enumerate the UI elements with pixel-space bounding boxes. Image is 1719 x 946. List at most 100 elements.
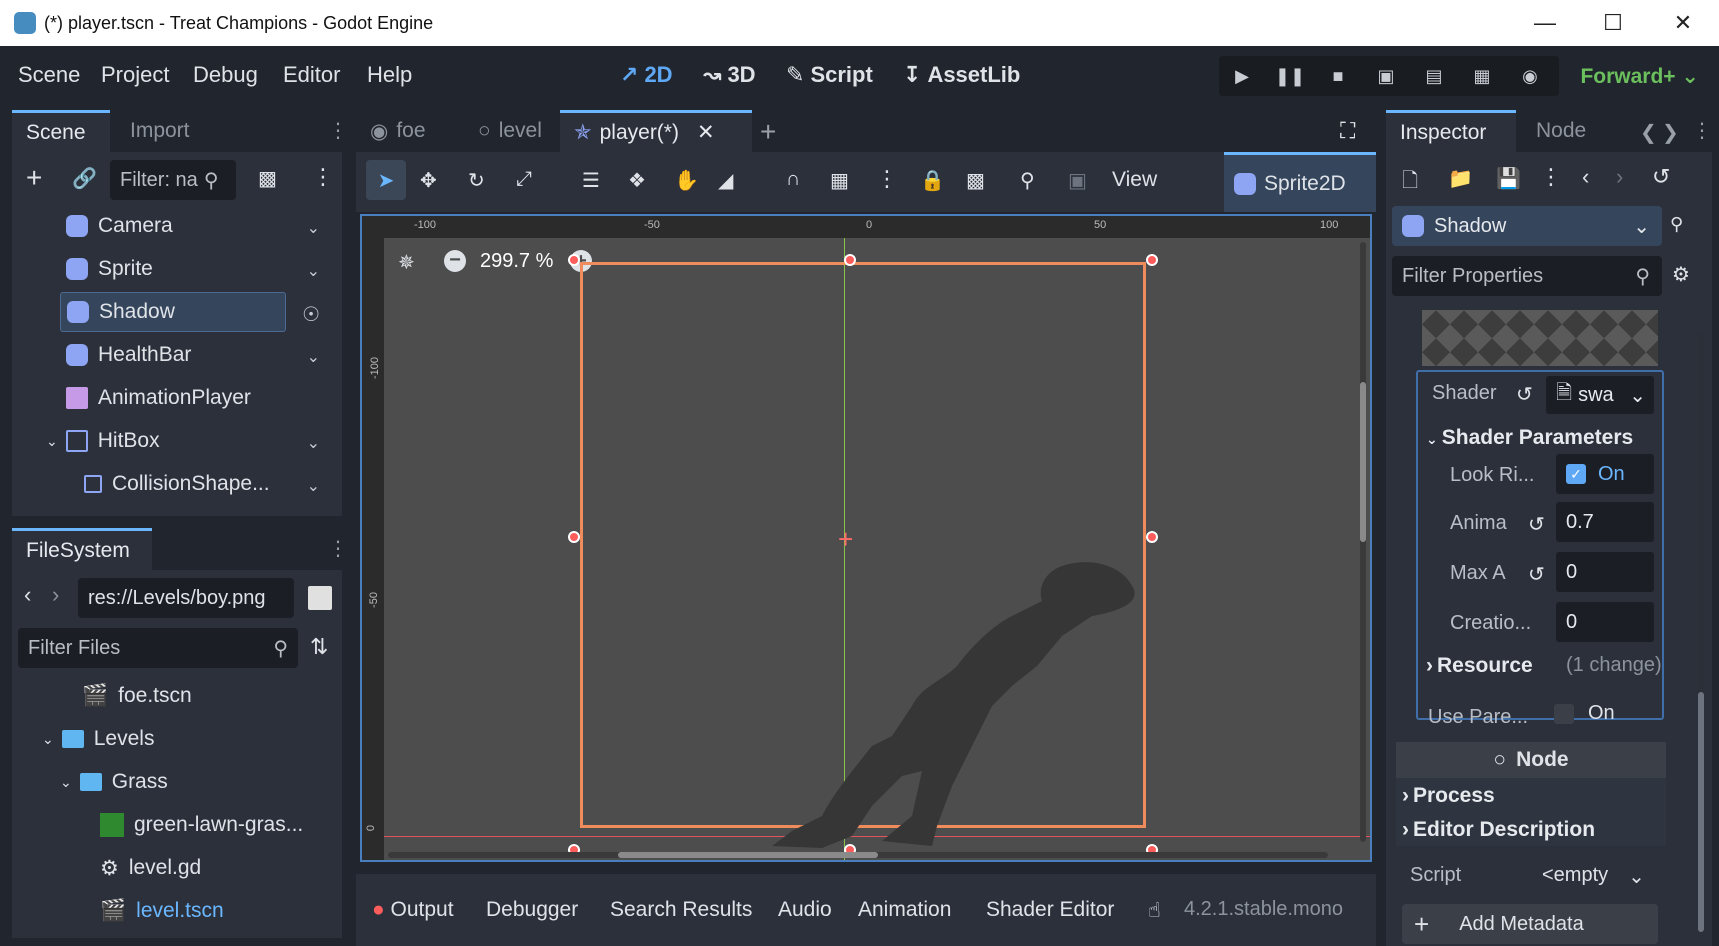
instance-scene-icon[interactable]: ▩ xyxy=(258,166,277,191)
tab-shader-editor[interactable]: Shader Editor xyxy=(986,898,1114,922)
resize-handle-right[interactable] xyxy=(1146,531,1158,543)
forward-icon[interactable]: › xyxy=(52,582,59,608)
folder-grass[interactable]: ⌄ Grass xyxy=(60,762,168,802)
inspector-scrollbar[interactable] xyxy=(1698,332,1704,932)
history-icon[interactable]: ↺ xyxy=(1652,164,1670,190)
tab-import[interactable]: Import xyxy=(116,110,204,152)
link-icon[interactable]: 🔗 xyxy=(72,166,97,191)
horizontal-scrollbar[interactable] xyxy=(388,852,1328,858)
select-mode-icon[interactable]: ➤ xyxy=(366,160,406,200)
history-back-icon[interactable]: ‹ xyxy=(1582,164,1589,190)
revert-icon[interactable]: ↺ xyxy=(1528,512,1545,537)
script-picker[interactable]: <empty ⌄ xyxy=(1542,864,1645,889)
add-node-icon[interactable]: + xyxy=(26,162,42,194)
close-window-button[interactable]: ✕ xyxy=(1648,0,1718,46)
back-icon[interactable]: ‹ xyxy=(24,582,31,608)
visibility-icon[interactable]: ⌄ xyxy=(307,218,320,238)
pivot-icon[interactable]: ❖ xyxy=(628,168,646,193)
dock-menu-icon[interactable]: ⋮ xyxy=(328,118,348,143)
look-right-checkbox[interactable]: ✓ On xyxy=(1556,454,1654,494)
editor-description-section[interactable]: › Editor Description xyxy=(1402,818,1595,842)
maximize-button[interactable]: ☐ xyxy=(1578,0,1648,46)
menu-debug[interactable]: Debug xyxy=(193,62,258,88)
tab-node[interactable]: Node xyxy=(1522,110,1600,152)
close-icon[interactable]: ✕ xyxy=(697,120,715,145)
visibility-icon[interactable]: ⌄ xyxy=(307,476,320,496)
tab-scene[interactable]: Scene xyxy=(12,110,110,152)
folder-levels[interactable]: ⌄ Levels xyxy=(42,719,154,759)
tab-player[interactable]: ✯ player(*) ✕ xyxy=(560,110,752,152)
tab-level[interactable]: ○ level xyxy=(464,110,556,152)
visibility-icon[interactable]: ⌄ xyxy=(307,261,320,281)
tab-output[interactable]: ● Output xyxy=(372,898,454,922)
menu-scene[interactable]: Scene xyxy=(18,62,80,88)
dock-menu-icon[interactable]: ⋮ xyxy=(1692,118,1712,143)
resize-handle-top[interactable] xyxy=(844,254,856,266)
more-options-icon[interactable]: ⋮ xyxy=(1540,164,1562,190)
menu-project[interactable]: Project xyxy=(101,62,169,88)
list-select-icon[interactable]: ☰ xyxy=(582,168,600,193)
revert-icon[interactable]: ↺ xyxy=(1516,382,1533,407)
scene-filter-input[interactable]: Filter: na ⚲ xyxy=(110,160,236,200)
resize-handle-top-left[interactable] xyxy=(568,254,580,266)
revert-icon[interactable]: ↺ xyxy=(1528,562,1545,587)
center-view-icon[interactable]: ✵ xyxy=(398,250,415,275)
file-level-gd[interactable]: ⚙ level.gd xyxy=(100,848,201,888)
pivot-crosshair-icon[interactable]: + xyxy=(838,524,853,555)
split-mode-icon[interactable] xyxy=(308,586,332,610)
tab-search-results[interactable]: Search Results xyxy=(610,898,752,922)
tab-filesystem[interactable]: FileSystem xyxy=(12,528,152,570)
filter-files-input[interactable]: Filter Files ⚲ xyxy=(18,628,298,668)
history-forward-icon[interactable]: › xyxy=(1616,164,1623,190)
file-green-lawn[interactable]: green-lawn-gras... xyxy=(100,805,303,845)
snap-options-icon[interactable]: ⋮ xyxy=(876,166,898,192)
renderer-select[interactable]: Forward+ ⌄ xyxy=(1580,64,1699,89)
vertical-scrollbar[interactable] xyxy=(1360,242,1366,842)
grid-snap-icon[interactable]: ▦ xyxy=(830,168,849,193)
add-tab-icon[interactable]: + xyxy=(760,116,776,148)
camera-override-icon[interactable]: ▣ xyxy=(1068,168,1087,193)
menu-editor[interactable]: Editor xyxy=(283,62,340,88)
pause-icon[interactable]: ❚❚ xyxy=(1275,63,1305,89)
process-section[interactable]: › Process xyxy=(1402,784,1495,808)
tree-node-hitbox[interactable]: ⌄ HitBox xyxy=(46,421,160,461)
creation-spinbox[interactable]: 0 xyxy=(1556,602,1654,642)
workspace-assetlib[interactable]: ↧ AssetLib xyxy=(903,62,1020,88)
resource-section[interactable]: › Resource xyxy=(1426,654,1533,678)
tree-node-sprite[interactable]: Sprite xyxy=(66,249,153,289)
ruler-icon[interactable]: ◢ xyxy=(718,168,733,193)
dock-right-icon[interactable]: ❯ xyxy=(1662,120,1679,145)
minimize-button[interactable]: — xyxy=(1510,0,1580,46)
stop-icon[interactable]: ■ xyxy=(1325,63,1351,89)
filter-properties-input[interactable]: Filter Properties ⚲ xyxy=(1392,256,1662,296)
tree-node-camera[interactable]: Camera xyxy=(66,206,173,246)
workspace-script[interactable]: ✎ Script xyxy=(786,62,873,88)
view-menu[interactable]: View xyxy=(1112,168,1157,192)
add-metadata-button[interactable]: + Add Metadata xyxy=(1402,904,1658,944)
eye-icon[interactable]: ☉ xyxy=(302,302,320,327)
lock-icon[interactable]: 🔒 xyxy=(920,168,945,193)
tree-node-shadow[interactable]: Shadow xyxy=(60,292,286,332)
file-foe-tscn[interactable]: 🎬 foe.tscn xyxy=(82,676,192,716)
sort-icon[interactable]: ⇅ xyxy=(310,634,328,660)
resize-handle-top-right[interactable] xyxy=(1146,254,1158,266)
group-icon[interactable]: ▩ xyxy=(966,168,985,193)
v-scroll-thumb[interactable] xyxy=(1360,382,1366,542)
max-a-spinbox[interactable]: 0 xyxy=(1556,552,1654,592)
resize-handle-left[interactable] xyxy=(568,531,580,543)
shader-parameters-section[interactable]: ⌄ Shader Parameters xyxy=(1426,426,1633,450)
smart-snap-icon[interactable]: ∩ xyxy=(786,168,800,191)
tab-inspector[interactable]: Inspector xyxy=(1386,110,1516,152)
visibility-icon[interactable]: ⌄ xyxy=(307,347,320,367)
workspace-3d[interactable]: ↝ 3D xyxy=(703,62,756,88)
anima-spinbox[interactable]: 0.7 xyxy=(1556,502,1654,542)
tab-debugger[interactable]: Debugger xyxy=(486,898,578,922)
tree-node-animationplayer[interactable]: AnimationPlayer xyxy=(66,378,251,418)
file-level-tscn[interactable]: 🎬 level.tscn xyxy=(100,891,224,931)
dock-menu-icon[interactable]: ⋮ xyxy=(328,536,348,561)
fullscreen-icon[interactable]: ⛶ xyxy=(1340,118,1355,144)
h-scroll-thumb[interactable] xyxy=(618,852,878,858)
inspector-scroll-thumb[interactable] xyxy=(1698,692,1704,932)
doc-icon[interactable]: ⚲ xyxy=(1670,214,1683,235)
node-selector[interactable]: Shadow ⌄ xyxy=(1392,206,1662,246)
